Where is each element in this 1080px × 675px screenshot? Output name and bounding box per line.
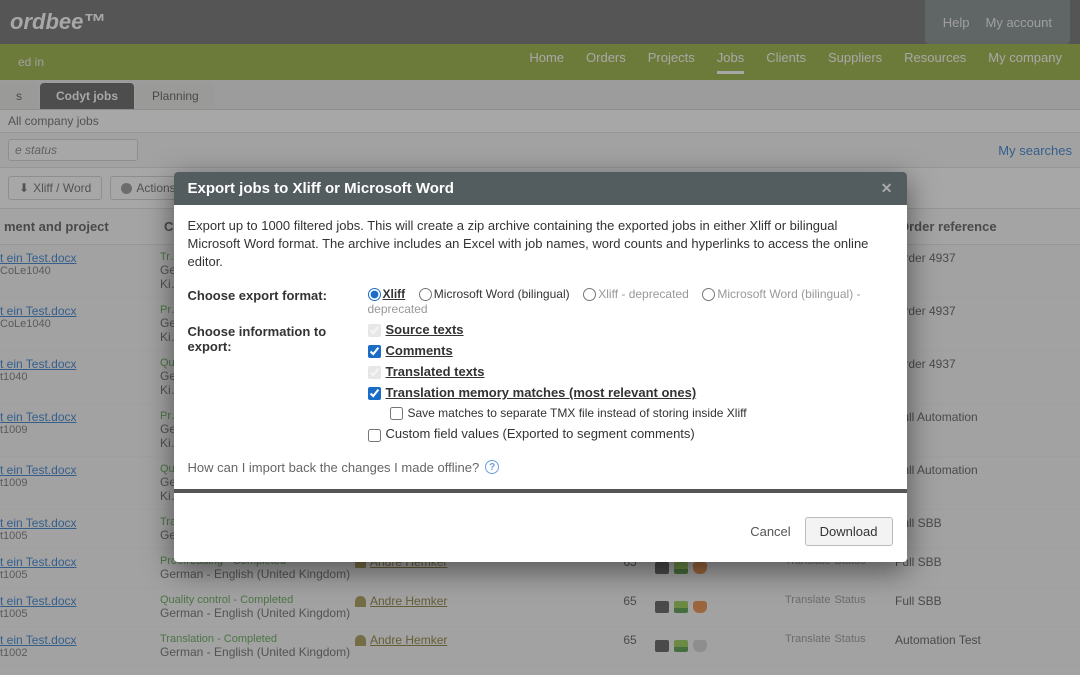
checkbox-comments[interactable]: Comments (368, 343, 893, 358)
import-hint: How can I import back the changes I made… (188, 460, 893, 475)
modal-header: Export jobs to Xliff or Microsoft Word ✕ (174, 172, 907, 205)
modal-footer: Cancel Download (174, 505, 907, 562)
close-icon[interactable]: ✕ (881, 180, 893, 197)
download-button[interactable]: Download (805, 517, 893, 546)
modal-overlay: Export jobs to Xliff or Microsoft Word ✕… (0, 0, 1080, 675)
export-modal: Export jobs to Xliff or Microsoft Word ✕… (174, 172, 907, 562)
radio-xliff-deprecated[interactable]: Xliff - deprecated (583, 287, 689, 301)
modal-description: Export up to 1000 filtered jobs. This wi… (188, 217, 893, 272)
checkbox-custom-fields[interactable]: Custom field values (Exported to segment… (368, 426, 893, 441)
info-label: Choose information to export: (188, 322, 368, 354)
checkbox-tm-matches[interactable]: Translation memory matches (most relevan… (368, 385, 893, 400)
help-icon[interactable]: ? (485, 460, 499, 474)
cancel-button[interactable]: Cancel (750, 524, 790, 539)
checkbox-source-texts[interactable]: Source texts (368, 322, 893, 337)
modal-divider (174, 489, 907, 493)
radio-xliff[interactable]: Xliff (368, 287, 406, 301)
modal-title: Export jobs to Xliff or Microsoft Word (188, 180, 454, 197)
format-options: Xliff Microsoft Word (bilingual) Xliff -… (368, 286, 893, 316)
format-label: Choose export format: (188, 286, 368, 303)
checkbox-tmx-separate[interactable]: Save matches to separate TMX file instea… (390, 406, 893, 420)
radio-word[interactable]: Microsoft Word (bilingual) (419, 287, 570, 301)
checkbox-translated-texts[interactable]: Translated texts (368, 364, 893, 379)
